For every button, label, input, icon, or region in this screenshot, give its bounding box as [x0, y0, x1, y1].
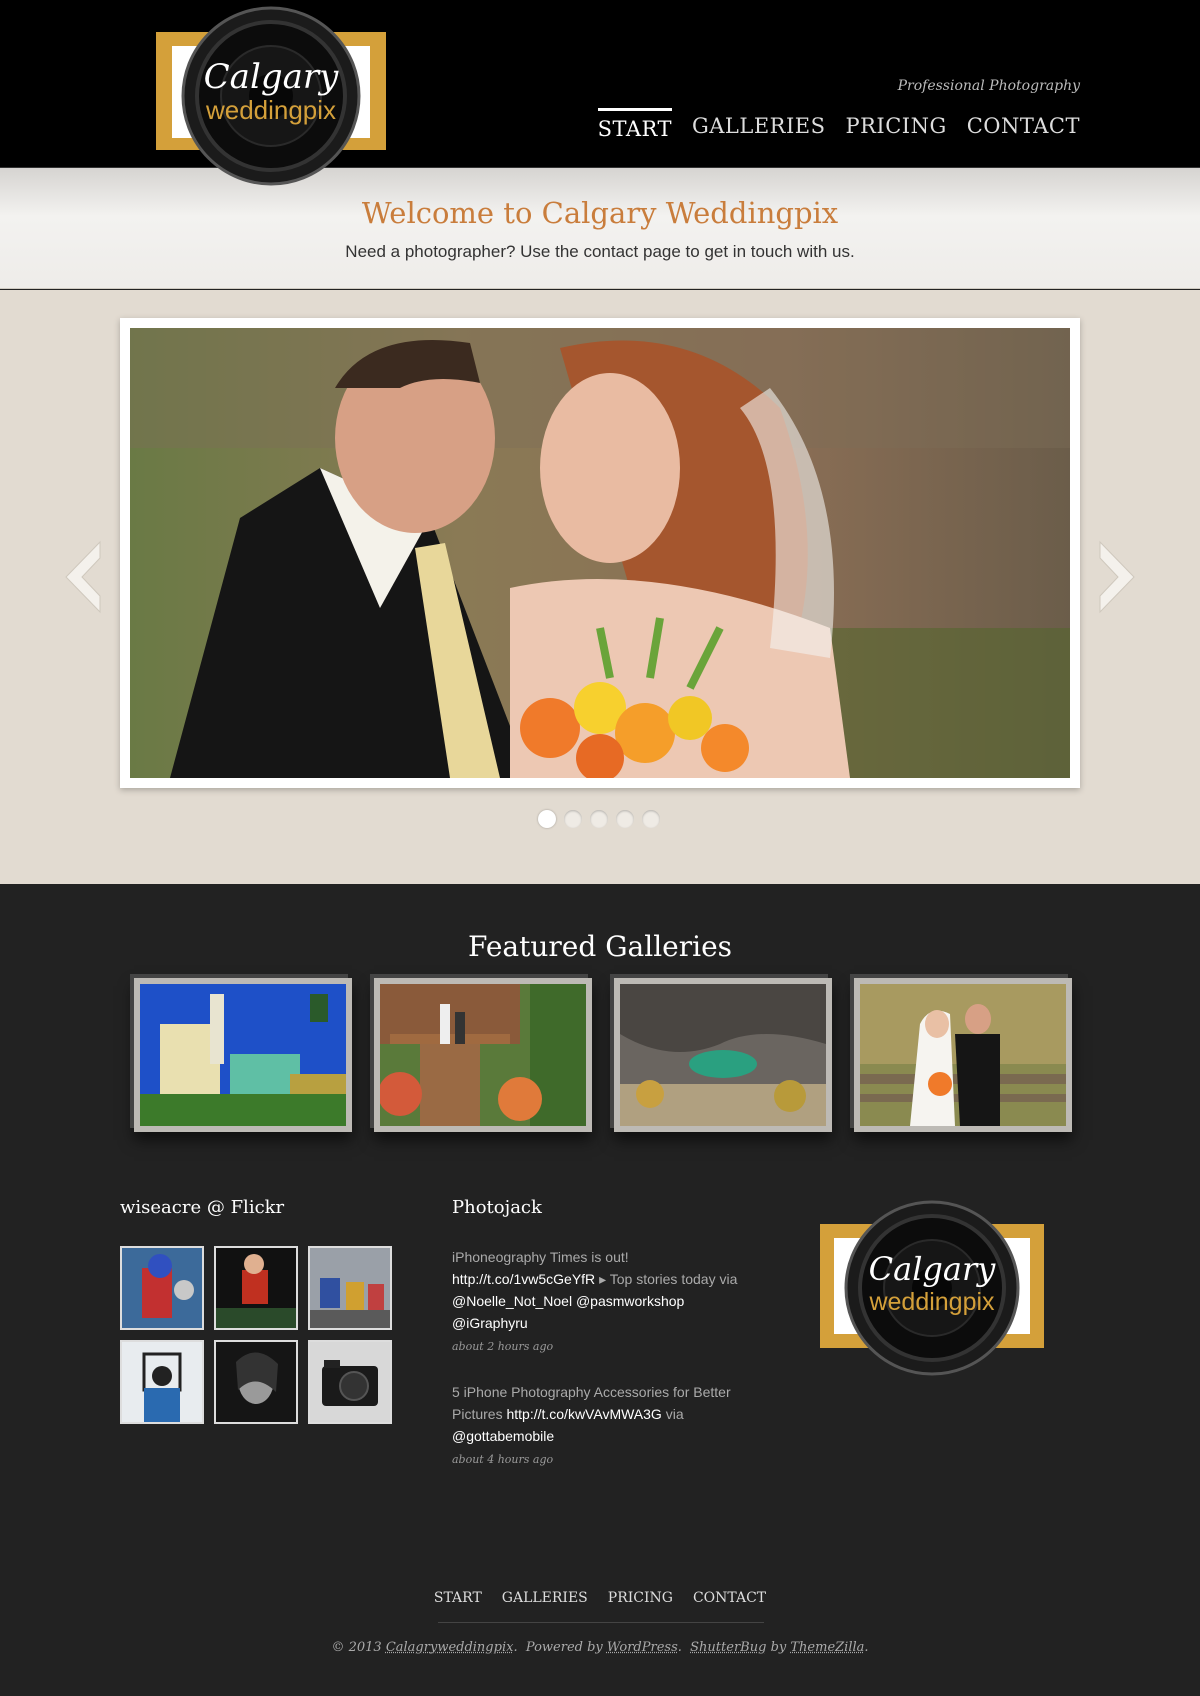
- theme-link[interactable]: ShutterBug: [690, 1640, 766, 1655]
- tweet-2-mention-1[interactable]: @gottabemobile: [452, 1428, 554, 1444]
- welcome-band: Welcome to Calgary Weddingpix Need a pho…: [0, 168, 1200, 289]
- tweet-1-mention-2[interactable]: @pasmworkshop: [576, 1293, 684, 1309]
- sidebar-logo-weddingpix: weddingpix: [868, 1288, 995, 1316]
- sidebar-logo-calgary: Calgary: [869, 1250, 997, 1288]
- slide-image[interactable]: [130, 328, 1070, 778]
- tweet-1: iPhoneography Times is out! http://t.co/…: [452, 1246, 752, 1358]
- tweet-1-text-2: Top stories today via: [609, 1271, 738, 1287]
- site-logo[interactable]: Calgary weddingpix: [154, 6, 388, 186]
- slider-dot-4[interactable]: [616, 810, 634, 828]
- slider-dot-3[interactable]: [590, 810, 608, 828]
- tagline: Professional Photography: [897, 78, 1080, 94]
- wordpress-link[interactable]: WordPress: [607, 1640, 678, 1655]
- slider: [0, 290, 1200, 884]
- flickr-thumb-6[interactable]: [308, 1340, 392, 1424]
- sidebar-logo[interactable]: Calgary weddingpix: [818, 1200, 1046, 1378]
- nav-start[interactable]: START: [597, 108, 672, 141]
- tweet-1-text: iPhoneography Times is out!: [452, 1249, 629, 1265]
- tweet-1-mention-1[interactable]: @Noelle_Not_Noel: [452, 1293, 572, 1309]
- slide-frame: [120, 318, 1080, 788]
- slider-dot-1[interactable]: [538, 810, 556, 828]
- gallery-thumb-2[interactable]: [374, 978, 592, 1132]
- welcome-text: Need a photographer? Use the contact pag…: [345, 242, 855, 261]
- logo-text-weddingpix: weddingpix: [205, 95, 336, 125]
- tweet-2-link-url[interactable]: http://t.co/kwVAvMWA3G: [506, 1406, 661, 1422]
- powered-by-text: Powered by: [525, 1640, 603, 1655]
- welcome-title: Welcome to Calgary Weddingpix: [361, 196, 839, 230]
- slider-pagination: [538, 810, 660, 828]
- copyright-site-link[interactable]: Calagryweddingpix: [386, 1640, 514, 1655]
- footer-nav-pricing[interactable]: PRICING: [608, 1590, 673, 1606]
- copyright-year: © 2013: [331, 1640, 382, 1655]
- photojack-widget-title: Photojack: [452, 1197, 542, 1218]
- featured-galleries-title: Featured Galleries: [467, 930, 733, 963]
- tweet-2: 5 iPhone Photography Accessories for Bet…: [452, 1381, 752, 1471]
- by-text: by: [770, 1640, 787, 1655]
- flickr-thumb-2[interactable]: [214, 1246, 298, 1330]
- nav-pricing[interactable]: PRICING: [845, 108, 946, 141]
- tweet-1-mention-3[interactable]: @iGraphyru: [452, 1315, 528, 1331]
- gallery-thumb-3[interactable]: [614, 978, 832, 1132]
- slider-prev-arrow-icon[interactable]: [62, 540, 102, 614]
- gallery-thumb-4[interactable]: [854, 978, 1072, 1132]
- main-nav: START GALLERIES PRICING CONTACT: [597, 108, 1080, 141]
- flickr-thumb-5[interactable]: [214, 1340, 298, 1424]
- logo-text-calgary: Calgary: [204, 57, 339, 97]
- flickr-widget-title: wiseacre @ Flickr: [120, 1197, 285, 1218]
- footer-nav-start[interactable]: START: [434, 1590, 482, 1606]
- footer-nav: START GALLERIES PRICING CONTACT: [0, 1590, 1200, 1606]
- gallery-thumb-1[interactable]: [134, 978, 352, 1132]
- footer-nav-galleries[interactable]: GALLERIES: [502, 1590, 588, 1606]
- footer-divider: [438, 1622, 764, 1623]
- tweet-1-link-url[interactable]: http://t.co/1vw5cGeYfR: [452, 1271, 595, 1287]
- slider-dot-5[interactable]: [642, 810, 660, 828]
- flickr-thumb-4[interactable]: [120, 1340, 204, 1424]
- themezilla-link[interactable]: ThemeZilla: [790, 1640, 864, 1655]
- slider-dot-2[interactable]: [564, 810, 582, 828]
- flickr-thumb-3[interactable]: [308, 1246, 392, 1330]
- footer-nav-contact[interactable]: CONTACT: [693, 1590, 766, 1606]
- nav-contact[interactable]: CONTACT: [967, 108, 1080, 141]
- play-icon: ▸: [599, 1271, 607, 1287]
- tweet-2-text-2: via: [665, 1406, 684, 1422]
- tweet-2-time[interactable]: about 4 hours ago: [452, 1449, 752, 1471]
- nav-galleries[interactable]: GALLERIES: [692, 108, 825, 141]
- flickr-thumb-1[interactable]: [120, 1246, 204, 1330]
- copyright: © 2013 Calagryweddingpix. Powered by Wor…: [331, 1640, 869, 1655]
- slider-next-arrow-icon[interactable]: [1098, 540, 1138, 614]
- tweet-1-time[interactable]: about 2 hours ago: [452, 1336, 752, 1358]
